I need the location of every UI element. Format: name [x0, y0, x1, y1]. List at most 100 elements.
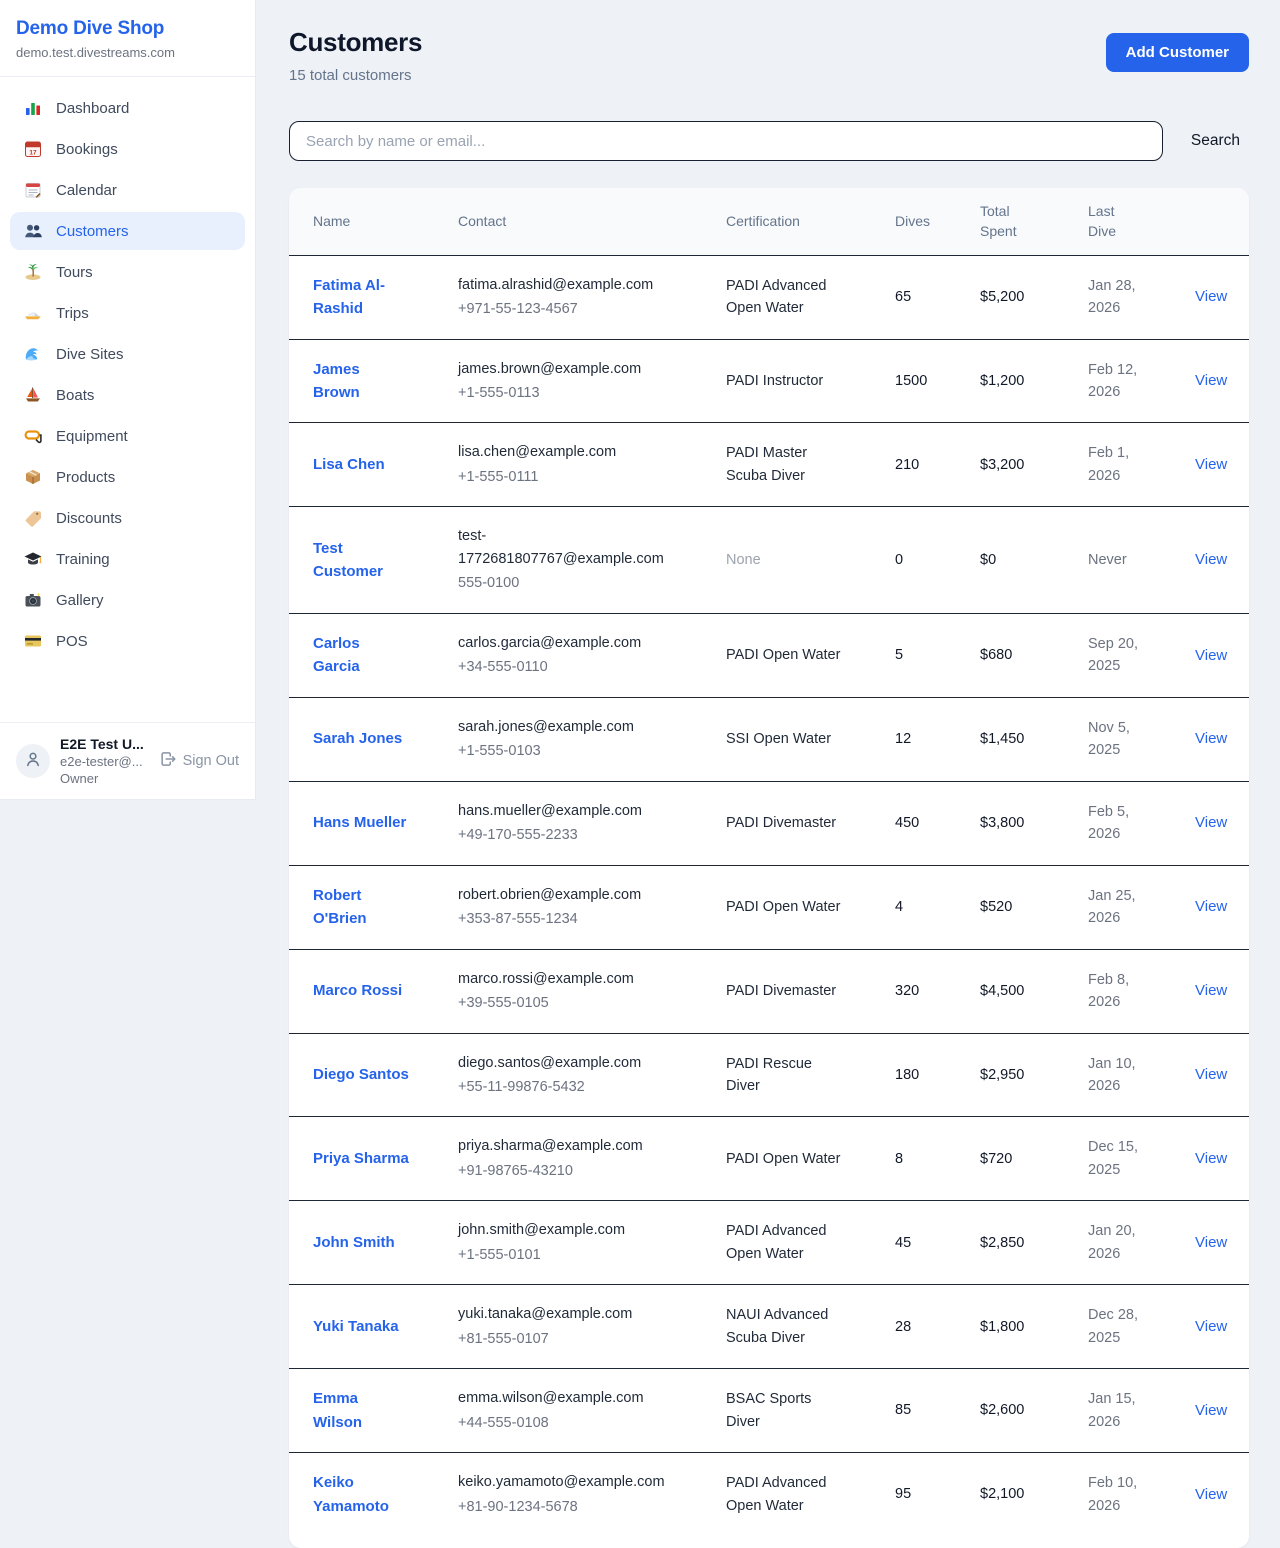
sidebar-item-label: Calendar	[56, 182, 117, 199]
customer-dives: 450	[895, 815, 919, 831]
sidebar-nav: Dashboard 17 Bookings Calendar Customers…	[0, 77, 255, 675]
view-customer-link[interactable]: View	[1195, 1486, 1227, 1503]
customer-certification: PADI Master Scuba Diver	[726, 445, 807, 483]
customer-total-spent: $720	[980, 1151, 1012, 1167]
add-customer-button[interactable]: Add Customer	[1106, 33, 1249, 72]
view-customer-link[interactable]: View	[1195, 1066, 1227, 1083]
customer-name-link[interactable]: Diego Santos	[313, 1063, 409, 1086]
customer-email: sarah.jones@example.com	[458, 716, 681, 738]
customer-phone: 555-0100	[458, 572, 681, 594]
search-input[interactable]	[289, 121, 1163, 161]
view-customer-link[interactable]: View	[1195, 288, 1227, 305]
customer-name-link[interactable]: James Brown	[313, 358, 409, 405]
sidebar-item-label: Training	[56, 551, 110, 568]
customer-name-link[interactable]: Keiko Yamamoto	[313, 1471, 409, 1518]
customer-dives: 0	[895, 552, 903, 568]
avatar	[16, 744, 50, 778]
user-box: E2E Test U... e2e-tester@... Owner Sign …	[0, 722, 255, 799]
customer-last-dive: Jan 25, 2026	[1088, 888, 1136, 926]
sidebar-item-gallery[interactable]: Gallery	[10, 581, 245, 619]
sidebar-item-pos[interactable]: POS	[10, 622, 245, 660]
sign-out-button[interactable]: Sign Out	[159, 750, 239, 772]
sidebar-item-boats[interactable]: Boats	[10, 376, 245, 414]
customer-dives: 28	[895, 1319, 911, 1335]
sidebar-item-trips[interactable]: Trips	[10, 294, 245, 332]
column-header-contact: Contact	[458, 188, 726, 255]
customer-name-link[interactable]: Yuki Tanaka	[313, 1315, 399, 1338]
customer-dives: 4	[895, 899, 903, 915]
table-row: Lisa Chen lisa.chen@example.com +1-555-0…	[289, 423, 1249, 507]
sidebar-item-calendar[interactable]: Calendar	[10, 171, 245, 209]
view-customer-link[interactable]: View	[1195, 1402, 1227, 1419]
customer-name-link[interactable]: Carlos Garcia	[313, 632, 409, 679]
view-customer-link[interactable]: View	[1195, 814, 1227, 831]
customer-name-link[interactable]: John Smith	[313, 1231, 395, 1254]
search-button[interactable]: Search	[1191, 132, 1240, 150]
customer-name-link[interactable]: Test Customer	[313, 537, 409, 584]
sidebar-item-tours[interactable]: Tours	[10, 253, 245, 291]
view-customer-link[interactable]: View	[1195, 730, 1227, 747]
customer-last-dive: Never	[1088, 552, 1127, 568]
customer-total-spent: $2,100	[980, 1486, 1024, 1502]
sidebar-item-bookings[interactable]: 17 Bookings	[10, 130, 245, 168]
sidebar-item-label: Dashboard	[56, 100, 129, 117]
customer-certification: PADI Open Water	[726, 1151, 840, 1167]
customer-last-dive: Dec 28, 2025	[1088, 1307, 1138, 1345]
customer-dives: 12	[895, 731, 911, 747]
sidebar-item-discounts[interactable]: Discounts	[10, 499, 245, 537]
customer-certification: PADI Instructor	[726, 373, 823, 389]
customer-total-spent: $2,850	[980, 1235, 1024, 1251]
sidebar-item-dive-sites[interactable]: Dive Sites	[10, 335, 245, 373]
customer-total-spent: $0	[980, 552, 996, 568]
sidebar-item-customers[interactable]: Customers	[10, 212, 245, 250]
customer-name-link[interactable]: Hans Mueller	[313, 811, 406, 834]
view-customer-link[interactable]: View	[1195, 1318, 1227, 1335]
user-email: e2e-tester@...	[60, 754, 144, 769]
customers-table-card: NameContactCertificationDivesTotal Spent…	[289, 188, 1249, 1548]
customer-phone: +81-90-1234-5678	[458, 1496, 681, 1518]
customer-total-spent: $5,200	[980, 289, 1024, 305]
customer-name-link[interactable]: Priya Sharma	[313, 1147, 409, 1170]
view-customer-link[interactable]: View	[1195, 1234, 1227, 1251]
customer-dives: 85	[895, 1402, 911, 1418]
column-header-dives: Dives	[895, 188, 980, 255]
view-customer-link[interactable]: View	[1195, 456, 1227, 473]
customer-last-dive: Sep 20, 2025	[1088, 636, 1138, 674]
customers-table: NameContactCertificationDivesTotal Spent…	[289, 188, 1249, 1536]
customer-name-link[interactable]: Robert O'Brien	[313, 884, 409, 931]
view-customer-link[interactable]: View	[1195, 1150, 1227, 1167]
view-customer-link[interactable]: View	[1195, 372, 1227, 389]
sidebar-item-training[interactable]: Training	[10, 540, 245, 578]
view-customer-link[interactable]: View	[1195, 551, 1227, 568]
user-info: E2E Test U... e2e-tester@... Owner	[60, 736, 144, 786]
customer-phone: +971-55-123-4567	[458, 298, 681, 320]
sidebar-item-dashboard[interactable]: Dashboard	[10, 89, 245, 127]
user-role: Owner	[60, 771, 144, 786]
dashboard-icon	[23, 98, 43, 118]
customer-dives: 210	[895, 457, 919, 473]
customer-certification: PADI Advanced Open Water	[726, 1223, 827, 1261]
view-customer-link[interactable]: View	[1195, 898, 1227, 915]
customer-total-spent: $1,450	[980, 731, 1024, 747]
customer-name-link[interactable]: Fatima Al-Rashid	[313, 274, 409, 321]
main-content: Customers 15 total customers Add Custome…	[256, 0, 1280, 1548]
customer-total-spent: $2,600	[980, 1402, 1024, 1418]
sidebar-item-label: Equipment	[56, 428, 128, 445]
customer-dives: 1500	[895, 373, 927, 389]
customer-name-link[interactable]: Emma Wilson	[313, 1387, 409, 1434]
customer-dives: 320	[895, 983, 919, 999]
customer-name-link[interactable]: Marco Rossi	[313, 979, 402, 1002]
sidebar-item-products[interactable]: Products	[10, 458, 245, 496]
view-customer-link[interactable]: View	[1195, 647, 1227, 664]
customer-phone: +34-555-0110	[458, 656, 681, 678]
sidebar-item-label: Bookings	[56, 141, 118, 158]
person-icon	[23, 749, 43, 774]
customer-name-link[interactable]: Sarah Jones	[313, 727, 402, 750]
view-customer-link[interactable]: View	[1195, 982, 1227, 999]
customer-last-dive: Dec 15, 2025	[1088, 1139, 1138, 1177]
sidebar-item-equipment[interactable]: Equipment	[10, 417, 245, 455]
customer-name-link[interactable]: Lisa Chen	[313, 453, 385, 476]
sign-out-icon	[159, 750, 177, 772]
table-row: Priya Sharma priya.sharma@example.com +9…	[289, 1117, 1249, 1201]
customer-last-dive: Jan 15, 2026	[1088, 1391, 1136, 1429]
